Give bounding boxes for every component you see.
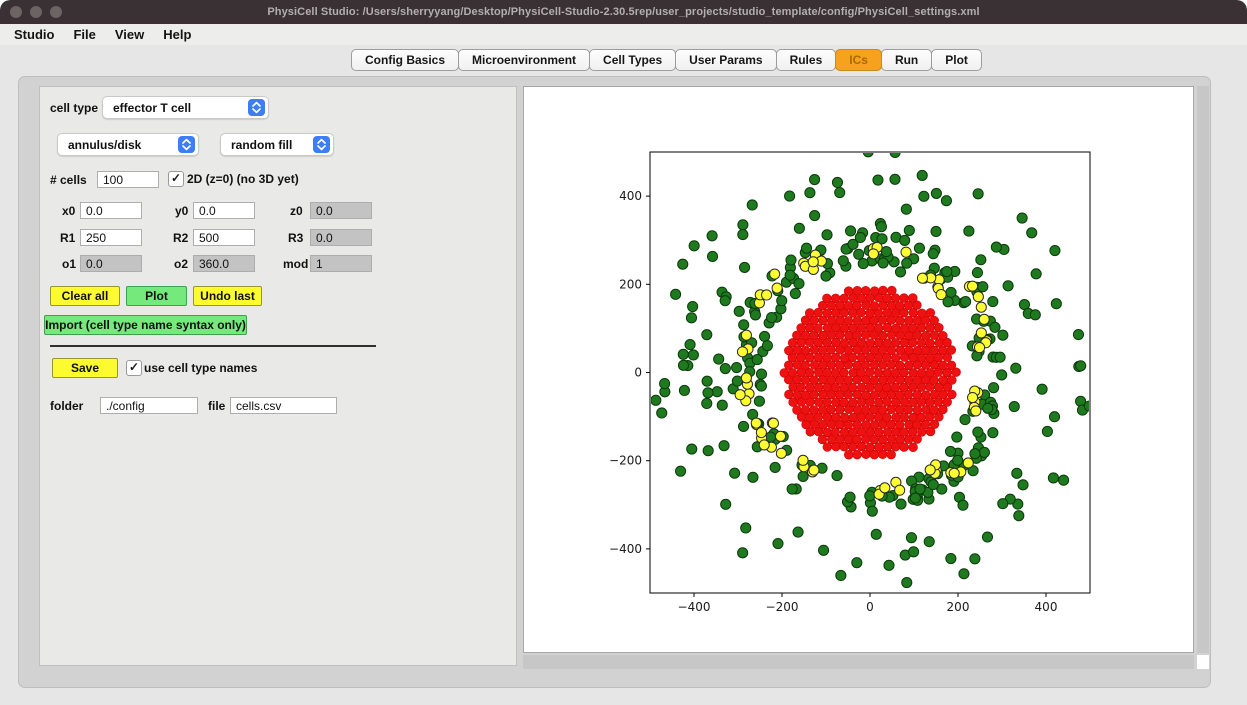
2d-checkbox[interactable]: ✓ bbox=[168, 171, 184, 187]
x0-input[interactable] bbox=[80, 202, 142, 219]
folder-label: folder bbox=[50, 399, 84, 413]
svg-text:−200: −200 bbox=[766, 600, 799, 614]
save-button[interactable]: Save bbox=[52, 358, 118, 378]
r1-input[interactable] bbox=[80, 229, 142, 246]
vertical-scrollbar[interactable] bbox=[1197, 86, 1209, 653]
app-window: PhysiCell Studio: /Users/sherryyang/Desk… bbox=[0, 0, 1247, 705]
cell-type-label: cell type bbox=[50, 101, 99, 115]
o2-label: o2 bbox=[174, 257, 189, 271]
window-minimize-button[interactable] bbox=[30, 6, 42, 18]
svg-text:400: 400 bbox=[1035, 600, 1058, 614]
menu-item-studio[interactable]: Studio bbox=[14, 27, 54, 42]
divider bbox=[50, 345, 376, 347]
tab-plot[interactable]: Plot bbox=[931, 49, 982, 71]
ics-plot-area: −400 −200 0 200 400 −400 −200 0 200 400 bbox=[523, 86, 1210, 670]
o1-input bbox=[80, 255, 142, 272]
scrollbar-corner bbox=[1197, 655, 1209, 669]
tab-cell-types[interactable]: Cell Types bbox=[589, 49, 677, 71]
menu-item-help[interactable]: Help bbox=[163, 27, 191, 42]
svg-text:−400: −400 bbox=[678, 600, 711, 614]
cell-type-dropdown[interactable]: effector T cell bbox=[102, 96, 269, 119]
o1-label: o1 bbox=[62, 257, 77, 271]
2d-checkbox-label: 2D (z=0) (no 3D yet) bbox=[187, 172, 299, 186]
svg-text:−200: −200 bbox=[609, 454, 642, 468]
svg-text:200: 200 bbox=[619, 277, 642, 291]
y0-input[interactable] bbox=[193, 202, 255, 219]
svg-text:200: 200 bbox=[947, 600, 970, 614]
num-cells-input[interactable] bbox=[97, 171, 159, 188]
tab-ics[interactable]: ICs bbox=[835, 49, 882, 71]
window-close-button[interactable] bbox=[10, 6, 22, 18]
window-controls bbox=[10, 6, 62, 18]
stepper-icon bbox=[248, 99, 265, 116]
r2-label: R2 bbox=[173, 231, 189, 245]
menu-item-file[interactable]: File bbox=[73, 27, 95, 42]
svg-text:−400: −400 bbox=[609, 542, 642, 556]
num-cells-label: # cells bbox=[50, 173, 87, 187]
svg-text:0: 0 bbox=[866, 600, 874, 614]
ics-plot-canvas: −400 −200 0 200 400 −400 −200 0 200 400 bbox=[609, 151, 1091, 614]
clear-all-button[interactable]: Clear all bbox=[50, 286, 120, 306]
r1-label: R1 bbox=[60, 231, 76, 245]
window-zoom-button[interactable] bbox=[50, 6, 62, 18]
z0-input bbox=[310, 202, 372, 219]
tab-config-basics[interactable]: Config Basics bbox=[351, 49, 460, 71]
o2-input bbox=[193, 255, 255, 272]
undo-last-button[interactable]: Undo last bbox=[193, 286, 262, 306]
x0-label: x0 bbox=[62, 204, 76, 218]
plot-panel: −400 −200 0 200 400 −400 −200 0 200 400 bbox=[523, 86, 1194, 653]
folder-input[interactable] bbox=[100, 397, 198, 414]
fill-mode-value: random fill bbox=[231, 137, 293, 152]
z0-label: z0 bbox=[290, 204, 303, 218]
mod-label: mod bbox=[283, 257, 309, 271]
stepper-icon bbox=[178, 136, 195, 153]
y0-label: y0 bbox=[175, 204, 189, 218]
tab-user-params[interactable]: User Params bbox=[675, 49, 777, 71]
cell-type-value: effector T cell bbox=[113, 100, 192, 115]
r3-label: R3 bbox=[288, 231, 304, 245]
import-button[interactable]: Import (cell type name syntax only) bbox=[44, 315, 247, 335]
plot-button[interactable]: Plot bbox=[126, 286, 187, 306]
r2-input[interactable] bbox=[193, 229, 255, 246]
fill-mode-dropdown[interactable]: random fill bbox=[220, 133, 334, 156]
titlebar: PhysiCell Studio: /Users/sherryyang/Desk… bbox=[0, 0, 1247, 24]
tab-rules[interactable]: Rules bbox=[775, 49, 837, 71]
ics-left-panel: cell type effector T cell annulus/disk r… bbox=[39, 86, 517, 666]
svg-text:400: 400 bbox=[619, 189, 642, 203]
file-label: file bbox=[208, 399, 226, 413]
tab-run[interactable]: Run bbox=[880, 49, 933, 71]
stepper-icon bbox=[313, 136, 330, 153]
tab-microenvironment[interactable]: Microenvironment bbox=[458, 49, 591, 71]
use-cell-type-names-checkbox[interactable]: ✓ bbox=[126, 360, 142, 376]
use-cell-type-names-label: use cell type names bbox=[144, 361, 258, 375]
r3-input bbox=[310, 229, 372, 246]
menubar: Studio File View Help bbox=[0, 24, 1247, 45]
geometry-dropdown[interactable]: annulus/disk bbox=[57, 133, 199, 156]
menu-item-view[interactable]: View bbox=[115, 27, 144, 42]
window-title: PhysiCell Studio: /Users/sherryyang/Desk… bbox=[267, 6, 980, 18]
mod-input bbox=[310, 255, 372, 272]
svg-text:0: 0 bbox=[634, 366, 642, 380]
file-input[interactable] bbox=[230, 397, 337, 414]
geometry-value: annulus/disk bbox=[68, 137, 142, 152]
tab-bar: Config Basics Microenvironment Cell Types U… bbox=[351, 49, 982, 71]
horizontal-scrollbar[interactable] bbox=[523, 655, 1194, 669]
main-container: cell type effector T cell annulus/disk r… bbox=[18, 76, 1211, 688]
